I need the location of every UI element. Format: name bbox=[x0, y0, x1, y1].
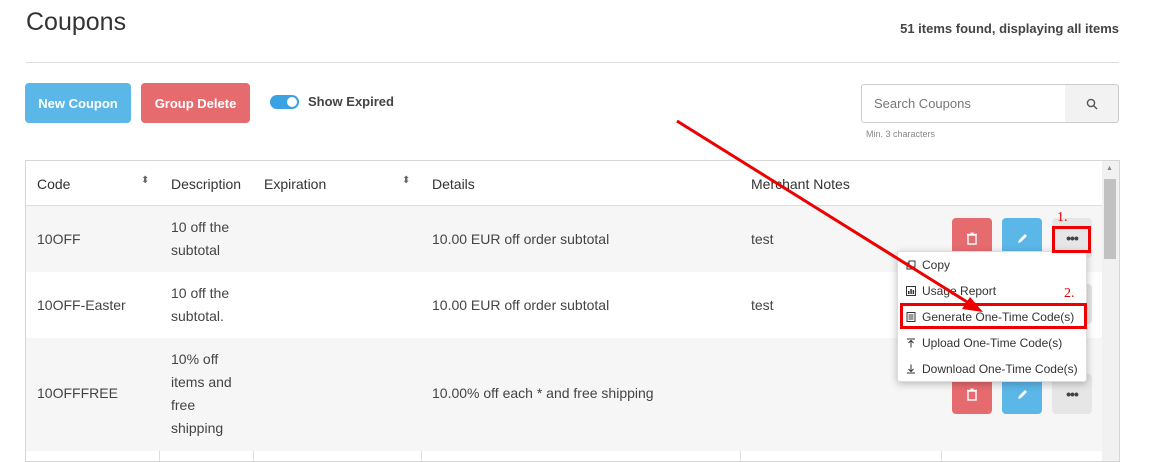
scroll-up-icon[interactable]: ▲ bbox=[1106, 165, 1113, 172]
group-delete-button[interactable]: Group Delete bbox=[141, 83, 250, 123]
report-icon bbox=[906, 286, 916, 296]
page-title: Coupons bbox=[26, 8, 127, 36]
header-details: Details bbox=[432, 176, 475, 192]
cell-code: 10OFFFREE bbox=[37, 385, 118, 401]
menu-item-download-codes[interactable]: Download One-Time Code(s) bbox=[906, 362, 1078, 376]
search-icon bbox=[1086, 98, 1097, 109]
menu-item-label: Upload One-Time Code(s) bbox=[922, 336, 1063, 350]
header-code[interactable]: Code bbox=[37, 176, 70, 192]
download-icon bbox=[907, 364, 915, 374]
search-input[interactable] bbox=[872, 95, 1056, 112]
header-description: Description bbox=[171, 176, 242, 192]
scroll-thumb[interactable] bbox=[1104, 179, 1116, 259]
cell-details: 10.00% off each * and free shipping bbox=[432, 385, 654, 401]
cell-notes: test bbox=[751, 231, 774, 247]
copy-icon bbox=[906, 260, 916, 270]
annotation-highlight-more-button bbox=[1052, 226, 1091, 253]
cell-notes: test bbox=[751, 297, 774, 313]
trash-icon bbox=[967, 388, 977, 401]
annotation-highlight-generate-item bbox=[900, 303, 1087, 329]
cell-code: 10OFF-Easter bbox=[37, 297, 126, 313]
pencil-icon bbox=[1017, 389, 1027, 399]
new-coupon-button[interactable]: New Coupon bbox=[25, 83, 131, 123]
cell-description-line: shipping bbox=[171, 420, 224, 436]
toggle-knob bbox=[287, 97, 297, 107]
sort-icon[interactable]: ⬍ bbox=[402, 175, 410, 186]
menu-item-upload-codes[interactable]: Upload One-Time Code(s) bbox=[906, 336, 1062, 350]
item-count: 51 items found, displaying all items bbox=[900, 21, 1119, 36]
sort-icon[interactable]: ⬍ bbox=[141, 175, 149, 186]
show-expired-label: Show Expired bbox=[308, 94, 394, 109]
search-box bbox=[861, 84, 1067, 123]
search-hint: Min. 3 characters bbox=[866, 129, 936, 139]
table-header: Code ⬍ Description Expiration ⬍ Details … bbox=[26, 161, 1102, 206]
cell-description-line: 10% off bbox=[171, 351, 219, 367]
cell-description-line: 10 off the bbox=[171, 285, 230, 301]
upload-icon bbox=[907, 338, 915, 348]
menu-item-label: Usage Report bbox=[922, 284, 997, 298]
menu-item-copy[interactable]: Copy bbox=[906, 258, 950, 272]
trash-icon bbox=[967, 232, 977, 245]
pencil-icon bbox=[1017, 233, 1027, 243]
cell-description-line: subtotal. bbox=[171, 308, 224, 324]
scrollbar[interactable]: ▲ bbox=[1102, 161, 1119, 461]
cell-code: 10OFF bbox=[37, 231, 81, 247]
search-button[interactable] bbox=[1065, 84, 1119, 123]
divider bbox=[26, 62, 1119, 63]
menu-item-label: Download One-Time Code(s) bbox=[922, 362, 1078, 376]
menu-item-label: Copy bbox=[922, 258, 951, 272]
show-expired-toggle[interactable] bbox=[270, 95, 299, 109]
menu-item-usage-report[interactable]: Usage Report bbox=[906, 284, 996, 298]
cell-details: 10.00 EUR off order subtotal bbox=[432, 231, 610, 247]
header-expiration[interactable]: Expiration bbox=[264, 176, 326, 192]
cell-description-line: free bbox=[171, 397, 196, 413]
cell-description-line: subtotal bbox=[171, 242, 221, 258]
cell-details: 10.00 EUR off order subtotal bbox=[432, 297, 610, 313]
annotation-step-1: 1. bbox=[1057, 210, 1068, 225]
annotation-step-2: 2. bbox=[1064, 286, 1075, 301]
header-merchant-notes: Merchant Notes bbox=[751, 176, 850, 192]
ellipsis-icon: ••• bbox=[1066, 386, 1079, 402]
cell-description-line: 10 off the bbox=[171, 219, 230, 235]
cell-description-line: items and bbox=[171, 374, 232, 390]
